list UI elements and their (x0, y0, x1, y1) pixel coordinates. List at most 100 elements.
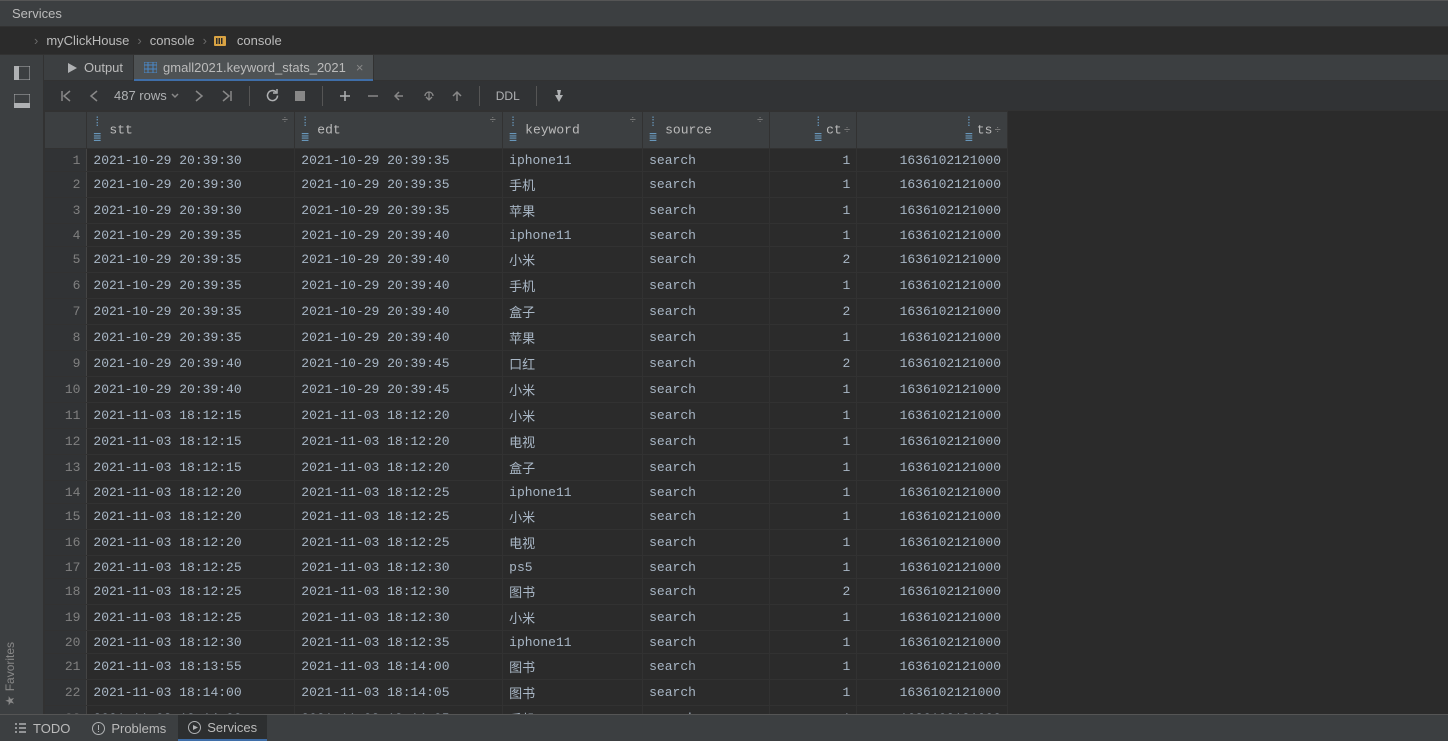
row-number[interactable]: 17 (45, 556, 87, 579)
cell-stt[interactable]: 2021-10-29 20:39:35 (87, 299, 295, 325)
row-number[interactable]: 11 (45, 403, 87, 429)
cell-stt[interactable]: 2021-11-03 18:14:00 (87, 680, 295, 706)
cell-keyword[interactable]: 图书 (503, 654, 643, 680)
cell-ct[interactable]: 1 (770, 429, 857, 455)
cell-stt[interactable]: 2021-11-03 18:12:30 (87, 631, 295, 654)
table-row[interactable]: 172021-11-03 18:12:252021-11-03 18:12:30… (45, 556, 1008, 579)
cell-ct[interactable]: 1 (770, 455, 857, 481)
column-header-ct[interactable]: ⁞≣ct÷ (770, 112, 857, 149)
cell-source[interactable]: search (643, 198, 770, 224)
submit-button[interactable] (445, 84, 469, 108)
cell-keyword[interactable]: iphone11 (503, 481, 643, 504)
cell-keyword[interactable]: 电视 (503, 429, 643, 455)
table-row[interactable]: 102021-10-29 20:39:402021-10-29 20:39:45… (45, 377, 1008, 403)
breadcrumb-item[interactable]: myClickHouse (44, 33, 131, 48)
cell-edt[interactable]: 2021-10-29 20:39:35 (295, 172, 503, 198)
row-number[interactable]: 7 (45, 299, 87, 325)
cell-stt[interactable]: 2021-10-29 20:39:40 (87, 377, 295, 403)
table-row[interactable]: 112021-11-03 18:12:152021-11-03 18:12:20… (45, 403, 1008, 429)
cell-source[interactable]: search (643, 481, 770, 504)
cell-ct[interactable]: 1 (770, 680, 857, 706)
table-row[interactable]: 152021-11-03 18:12:202021-11-03 18:12:25… (45, 504, 1008, 530)
cell-ct[interactable]: 1 (770, 198, 857, 224)
cell-ts[interactable]: 1636102121000 (857, 377, 1008, 403)
cell-keyword[interactable]: 小米 (503, 377, 643, 403)
table-row[interactable]: 82021-10-29 20:39:352021-10-29 20:39:40苹… (45, 325, 1008, 351)
cell-keyword[interactable]: 小米 (503, 403, 643, 429)
row-number[interactable]: 12 (45, 429, 87, 455)
cell-source[interactable]: search (643, 172, 770, 198)
cell-edt[interactable]: 2021-10-29 20:39:45 (295, 377, 503, 403)
cell-source[interactable]: search (643, 247, 770, 273)
cell-ts[interactable]: 1636102121000 (857, 530, 1008, 556)
cell-ct[interactable]: 1 (770, 273, 857, 299)
table-row[interactable]: 72021-10-29 20:39:352021-10-29 20:39:40盒… (45, 299, 1008, 325)
table-row[interactable]: 132021-11-03 18:12:152021-11-03 18:12:20… (45, 455, 1008, 481)
row-number[interactable]: 13 (45, 455, 87, 481)
cell-ts[interactable]: 1636102121000 (857, 351, 1008, 377)
tab-table[interactable]: gmall2021.keyword_stats_2021 × (134, 55, 374, 80)
cell-ts[interactable]: 1636102121000 (857, 504, 1008, 530)
breadcrumb-item[interactable]: console (148, 33, 197, 48)
bottom-tab-services[interactable]: Services (178, 715, 267, 741)
cell-edt[interactable]: 2021-11-03 18:14:00 (295, 654, 503, 680)
table-row[interactable]: 222021-11-03 18:14:002021-11-03 18:14:05… (45, 680, 1008, 706)
cell-stt[interactable]: 2021-10-29 20:39:35 (87, 247, 295, 273)
row-number[interactable]: 14 (45, 481, 87, 504)
cell-source[interactable]: search (643, 299, 770, 325)
cell-stt[interactable]: 2021-11-03 18:12:15 (87, 403, 295, 429)
cell-source[interactable]: search (643, 579, 770, 605)
cell-ct[interactable]: 1 (770, 377, 857, 403)
cell-keyword[interactable]: 小米 (503, 504, 643, 530)
row-number[interactable]: 18 (45, 579, 87, 605)
cell-source[interactable]: search (643, 377, 770, 403)
cell-keyword[interactable]: 口红 (503, 351, 643, 377)
column-header-ts[interactable]: ⁞≣ts÷ (857, 112, 1008, 149)
cell-stt[interactable]: 2021-10-29 20:39:30 (87, 198, 295, 224)
cell-edt[interactable]: 2021-11-03 18:12:20 (295, 403, 503, 429)
row-number[interactable]: 4 (45, 224, 87, 247)
cell-source[interactable]: search (643, 455, 770, 481)
row-number[interactable]: 5 (45, 247, 87, 273)
cell-ct[interactable]: 1 (770, 631, 857, 654)
row-count[interactable]: 487 rows (110, 88, 183, 103)
cell-ct[interactable]: 2 (770, 247, 857, 273)
table-row[interactable]: 202021-11-03 18:12:302021-11-03 18:12:35… (45, 631, 1008, 654)
table-row[interactable]: 192021-11-03 18:12:252021-11-03 18:12:30… (45, 605, 1008, 631)
cell-edt[interactable]: 2021-11-03 18:12:25 (295, 504, 503, 530)
cell-ct[interactable]: 2 (770, 579, 857, 605)
cell-source[interactable]: search (643, 530, 770, 556)
cell-ts[interactable]: 1636102121000 (857, 273, 1008, 299)
row-number[interactable]: 19 (45, 605, 87, 631)
cell-source[interactable]: search (643, 429, 770, 455)
cell-stt[interactable]: 2021-10-29 20:39:35 (87, 325, 295, 351)
cell-ts[interactable]: 1636102121000 (857, 224, 1008, 247)
cell-stt[interactable]: 2021-10-29 20:39:35 (87, 224, 295, 247)
first-page-button[interactable] (54, 84, 78, 108)
cell-stt[interactable]: 2021-11-03 18:12:20 (87, 530, 295, 556)
row-number[interactable]: 21 (45, 654, 87, 680)
cell-keyword[interactable]: 盒子 (503, 299, 643, 325)
cell-ct[interactable]: 1 (770, 403, 857, 429)
cell-source[interactable]: search (643, 556, 770, 579)
cell-ts[interactable]: 1636102121000 (857, 631, 1008, 654)
cell-keyword[interactable]: iphone11 (503, 224, 643, 247)
cell-ct[interactable]: 1 (770, 556, 857, 579)
cell-keyword[interactable]: 图书 (503, 680, 643, 706)
result-table[interactable]: ⁞≣stt÷ ⁞≣edt÷ ⁞≣keyword÷ ⁞≣source÷ ⁞≣ct÷… (44, 111, 1448, 715)
cell-source[interactable]: search (643, 149, 770, 172)
cell-keyword[interactable]: 小米 (503, 247, 643, 273)
breadcrumb-item[interactable]: console (235, 33, 284, 48)
cell-ts[interactable]: 1636102121000 (857, 247, 1008, 273)
cell-ct[interactable]: 1 (770, 504, 857, 530)
cell-keyword[interactable]: 电视 (503, 530, 643, 556)
cell-edt[interactable]: 2021-11-03 18:12:20 (295, 429, 503, 455)
row-number[interactable]: 8 (45, 325, 87, 351)
favorites-tab[interactable]: ★ Favorites (0, 634, 20, 714)
cell-keyword[interactable]: 图书 (503, 579, 643, 605)
cell-keyword[interactable]: 苹果 (503, 198, 643, 224)
cell-edt[interactable]: 2021-11-03 18:12:30 (295, 556, 503, 579)
cell-keyword[interactable]: ps5 (503, 556, 643, 579)
cell-ts[interactable]: 1636102121000 (857, 172, 1008, 198)
cell-ct[interactable]: 1 (770, 149, 857, 172)
